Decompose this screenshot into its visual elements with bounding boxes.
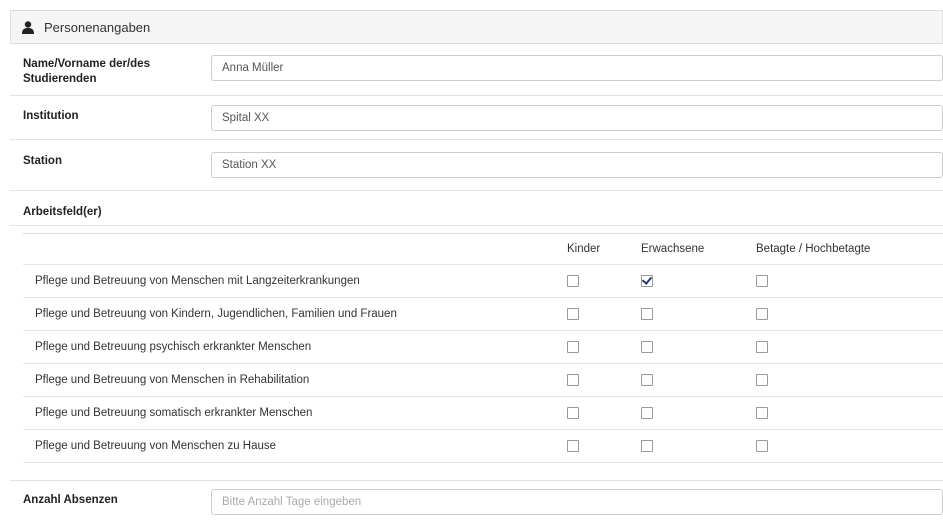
checkbox-kinder[interactable] xyxy=(567,373,579,386)
station-label: Station xyxy=(23,155,62,167)
checkbox-kinder[interactable] xyxy=(567,274,579,287)
table-row: Pflege und Betreuung psychisch erkrankte… xyxy=(23,330,943,364)
row-label: Pflege und Betreuung von Kindern, Jugend… xyxy=(23,297,567,331)
panel-header: Personenangaben xyxy=(10,10,943,44)
row-label: Pflege und Betreuung von Menschen in Reh… xyxy=(23,363,567,397)
checkbox-betagte[interactable] xyxy=(756,439,768,452)
row-label: Pflege und Betreuung von Menschen zu Hau… xyxy=(23,429,567,463)
checkbox-betagte[interactable] xyxy=(756,307,768,320)
table-row: Pflege und Betreuung von Menschen in Reh… xyxy=(23,363,943,397)
absenzen-row: Anzahl Absenzen xyxy=(10,481,943,521)
checkbox-betagte[interactable] xyxy=(756,406,768,419)
panel-title: Personenangaben xyxy=(44,20,151,35)
checkbox-erwachsene[interactable] xyxy=(641,439,653,452)
institution-label: Institution xyxy=(23,110,79,122)
absenzen-input[interactable] xyxy=(211,489,943,515)
column-header-betagte: Betagte / Hochbetagte xyxy=(756,233,943,265)
row-label: Pflege und Betreuung somatisch erkrankte… xyxy=(23,396,567,430)
checkbox-erwachsene[interactable] xyxy=(641,406,653,419)
table-row: Pflege und Betreuung von Menschen zu Hau… xyxy=(23,429,943,463)
column-header-kinder: Kinder xyxy=(567,233,641,265)
absenzen-label: Anzahl Absenzen xyxy=(23,494,118,506)
checkbox-betagte[interactable] xyxy=(756,274,768,287)
checkbox-betagte[interactable] xyxy=(756,373,768,386)
institution-input[interactable] xyxy=(211,105,943,131)
divider xyxy=(10,225,943,226)
checkbox-erwachsene[interactable] xyxy=(641,373,653,386)
name-row: Name/Vorname der/des Studierenden xyxy=(10,51,943,96)
row-label: Pflege und Betreuung psychisch erkrankte… xyxy=(23,330,567,364)
checkbox-kinder[interactable] xyxy=(567,406,579,419)
name-label: Name/Vorname der/des Studierenden xyxy=(23,58,150,85)
checkbox-betagte[interactable] xyxy=(756,340,768,353)
checkbox-erwachsene[interactable] xyxy=(641,307,653,320)
table-row: Pflege und Betreuung von Kindern, Jugend… xyxy=(23,297,943,331)
name-input[interactable] xyxy=(211,55,943,81)
checkbox-erwachsene[interactable] xyxy=(641,340,653,353)
checkbox-kinder[interactable] xyxy=(567,340,579,353)
column-header-erwachsene: Erwachsene xyxy=(641,233,756,265)
column-header xyxy=(23,233,567,265)
user-icon xyxy=(22,21,34,34)
row-label: Pflege und Betreuung von Menschen mit La… xyxy=(23,264,567,298)
table-row: Pflege und Betreuung somatisch erkrankte… xyxy=(23,396,943,430)
arbeitsfeld-label: Arbeitsfeld(er) xyxy=(23,206,102,218)
arbeitsfeld-table: Kinder Erwachsene Betagte / Hochbetagte … xyxy=(23,233,943,463)
station-input[interactable] xyxy=(211,152,943,178)
table-header-row: Kinder Erwachsene Betagte / Hochbetagte xyxy=(23,233,943,265)
checkbox-kinder[interactable] xyxy=(567,307,579,320)
station-row: Station xyxy=(10,140,943,191)
checkbox-kinder[interactable] xyxy=(567,439,579,452)
checkbox-erwachsene[interactable] xyxy=(641,274,653,287)
institution-row: Institution xyxy=(10,96,943,140)
table-row: Pflege und Betreuung von Menschen mit La… xyxy=(23,264,943,298)
